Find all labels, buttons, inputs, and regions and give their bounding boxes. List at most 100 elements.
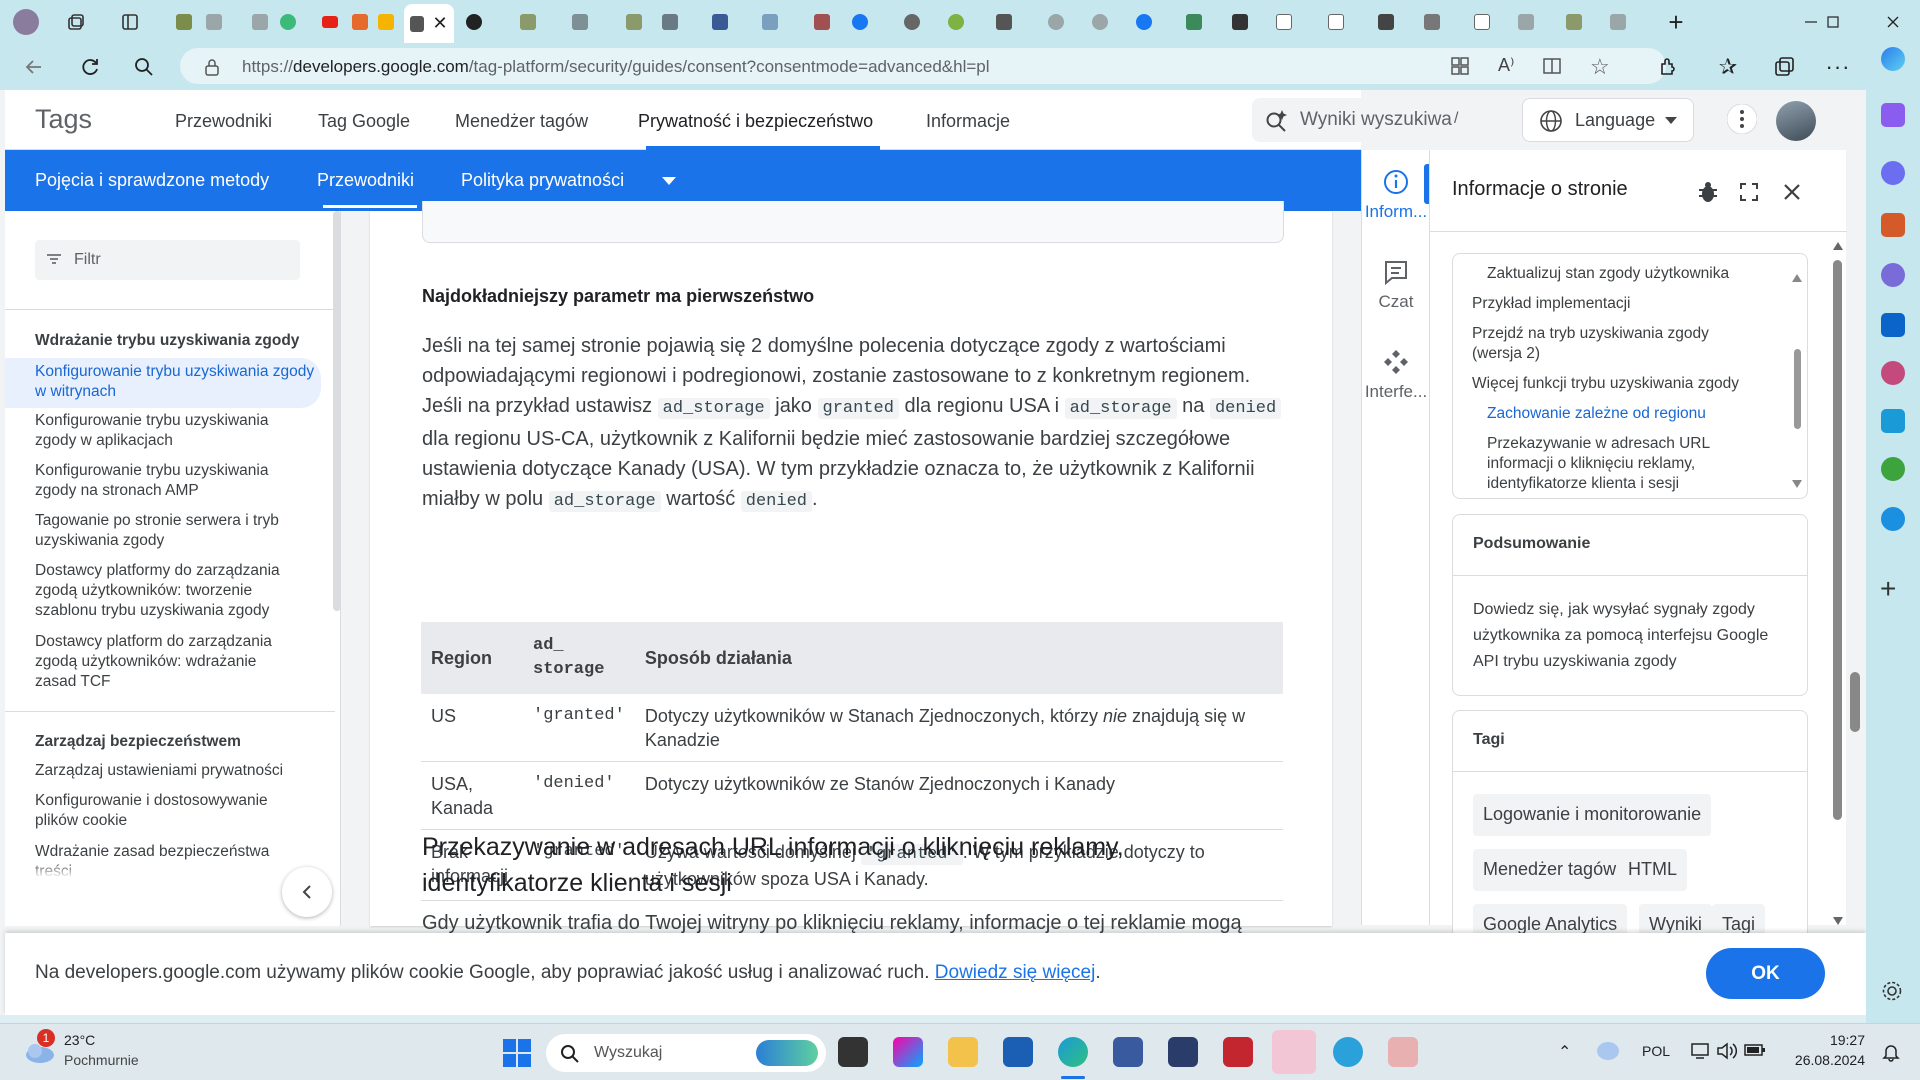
rail-info[interactable]: Inform... [1362, 168, 1430, 222]
tab-favicon[interactable] [1322, 6, 1350, 38]
toc-scrollbar-thumb[interactable] [1794, 349, 1801, 429]
top-nav-guides[interactable]: Przewodniki [175, 111, 272, 132]
tab-favicon[interactable] [756, 6, 784, 38]
toc-item[interactable]: Zaktualizuj stan zgody użytkownika [1487, 264, 1777, 284]
tab-favicon[interactable] [898, 6, 926, 38]
page-scrollbar-thumb[interactable] [1850, 672, 1860, 732]
tab-favicon[interactable] [246, 6, 274, 38]
address-bar[interactable]: https://developers.google.com/tag-platfo… [180, 48, 1666, 84]
copilot-taskbar-icon[interactable] [893, 1037, 923, 1067]
tab-favicon[interactable] [1372, 6, 1400, 38]
more-vert-icon[interactable] [1727, 104, 1757, 134]
url-text[interactable]: https://developers.google.com/tag-platfo… [242, 57, 990, 77]
more-tabs-caret-icon[interactable] [662, 177, 676, 186]
tab-favicon[interactable] [990, 6, 1018, 38]
active-tab[interactable]: ✕ [404, 4, 454, 43]
task-view-icon[interactable] [838, 1037, 868, 1067]
tab-favicon[interactable] [200, 6, 228, 38]
clock-time[interactable]: 19:27 [1795, 1032, 1865, 1048]
nav-item[interactable]: Wdrażanie zasad bezpieczeństwa treści [35, 842, 300, 878]
toc-item[interactable]: Więcej funkcji trybu uzyskiwania zgody [1472, 374, 1772, 394]
toc-item-active[interactable]: Zachowanie zależne od regionu [1487, 404, 1777, 424]
profile-avatar-icon[interactable] [12, 6, 40, 38]
tab-favicon[interactable] [1226, 6, 1254, 38]
scroll-up-icon[interactable] [1792, 274, 1802, 282]
edge-taskbar-icon[interactable] [1058, 1037, 1088, 1067]
tool-app-icon[interactable] [1388, 1037, 1418, 1067]
tab-favicon[interactable] [514, 6, 542, 38]
tab-actions-icon[interactable] [116, 6, 144, 38]
maximize-icon[interactable] [1810, 0, 1856, 43]
tab-concepts[interactable]: Pojęcia i sprawdzone metody [35, 170, 269, 191]
app-available-icon[interactable] [1450, 56, 1470, 76]
nav-item[interactable]: Konfigurowanie trybu uzyskiwania zgody n… [35, 461, 300, 501]
panel-scroll-down-icon[interactable] [1833, 917, 1843, 925]
panel-scrollbar-thumb[interactable] [1833, 260, 1842, 820]
nav-item[interactable]: Tagowanie po stronie serwera i tryb uzys… [35, 511, 300, 551]
vpn-icon[interactable] [1168, 1037, 1198, 1067]
skype-icon[interactable] [1881, 507, 1905, 531]
user-avatar[interactable] [1776, 101, 1816, 141]
cloud-sync-icon[interactable] [1597, 1042, 1619, 1060]
tab-favicon[interactable] [942, 6, 970, 38]
tab-guides[interactable]: Przewodniki [317, 170, 414, 191]
sidebar-app-icon[interactable] [1881, 263, 1905, 287]
notification-bell-icon[interactable] [1882, 1042, 1900, 1062]
tab-favicon[interactable] [808, 6, 836, 38]
extensions-icon[interactable] [1650, 49, 1686, 85]
tab-favicon[interactable] [1604, 6, 1632, 38]
search-icon[interactable] [126, 49, 162, 85]
facebook-tab-icon[interactable] [846, 6, 874, 38]
tab-favicon[interactable] [274, 6, 302, 38]
language-button[interactable]: Language [1522, 98, 1694, 142]
tab-favicon[interactable] [1086, 6, 1114, 38]
tab-favicon[interactable] [1180, 6, 1208, 38]
nav-item[interactable]: Konfigurowanie i dostosowywanie plików c… [35, 791, 300, 831]
collections-icon[interactable] [1766, 49, 1802, 85]
add-icon[interactable]: + [1880, 573, 1896, 605]
toc-item[interactable]: Przekazywanie w adresach URL informacji … [1487, 434, 1747, 494]
top-nav-google-tag[interactable]: Tag Google [318, 111, 410, 132]
copilot-icon[interactable] [1881, 47, 1905, 71]
tab-favicon[interactable] [1512, 6, 1540, 38]
tab-privacy-policy[interactable]: Polityka prywatności [461, 170, 624, 191]
tab-favicon[interactable] [170, 6, 198, 38]
collapse-nav-button[interactable] [282, 867, 332, 917]
nav-item[interactable]: Konfigurowanie trybu uzyskiwania zgody w… [35, 411, 300, 451]
search-sidebar-icon[interactable] [1881, 361, 1905, 385]
workspaces-icon[interactable] [62, 6, 90, 38]
bug-report-icon[interactable] [1696, 180, 1720, 204]
filter-input[interactable]: Filtr [35, 240, 300, 280]
favorites-icon[interactable]: ✰ [1710, 49, 1746, 85]
back-icon[interactable] [16, 49, 52, 85]
toc-item[interactable]: Przykład implementacji [1472, 294, 1772, 314]
sidebar-app-icon[interactable] [1881, 161, 1905, 185]
favorite-star-icon[interactable]: ☆ [1590, 54, 1610, 80]
tab-favicon[interactable] [346, 6, 374, 38]
more-options-icon[interactable]: ··· [1820, 49, 1856, 85]
tag-chip[interactable]: HTML [1618, 849, 1687, 891]
clock-date[interactable]: 26.08.2024 [1785, 1052, 1865, 1068]
settings-gear-icon[interactable] [1881, 980, 1903, 1002]
file-explorer-icon[interactable] [948, 1037, 978, 1067]
site-brand[interactable]: Tags [35, 104, 92, 135]
telegram-icon[interactable] [1333, 1037, 1363, 1067]
close-icon[interactable]: ✕ [432, 13, 447, 34]
read-aloud-icon[interactable]: A⁾ [1498, 55, 1514, 76]
wifi-icon[interactable] [1690, 1041, 1710, 1061]
app-icon[interactable] [1223, 1037, 1253, 1067]
store-icon[interactable] [1003, 1037, 1033, 1067]
nav-item-active[interactable]: Konfigurowanie trybu uzyskiwania zgody w… [5, 358, 321, 408]
close-panel-icon[interactable] [1782, 182, 1802, 202]
reader-view-icon[interactable] [1542, 56, 1562, 76]
temperature[interactable]: 23°C [64, 1032, 95, 1048]
input-language[interactable]: POL [1642, 1043, 1670, 1059]
toolbox-icon[interactable] [1881, 213, 1905, 237]
toc-item[interactable]: Przejdź na tryb uzyskiwania zgody (wersj… [1472, 324, 1742, 364]
panel-scroll-up-icon[interactable] [1833, 242, 1843, 250]
site-search-box[interactable]: Wyniki wyszukiwa / [1252, 98, 1476, 142]
refresh-icon[interactable] [72, 49, 108, 85]
top-nav-privacy[interactable]: Prywatność i bezpieczeństwo [638, 111, 873, 132]
tab-favicon[interactable] [656, 6, 684, 38]
close-window-icon[interactable] [1870, 0, 1916, 43]
